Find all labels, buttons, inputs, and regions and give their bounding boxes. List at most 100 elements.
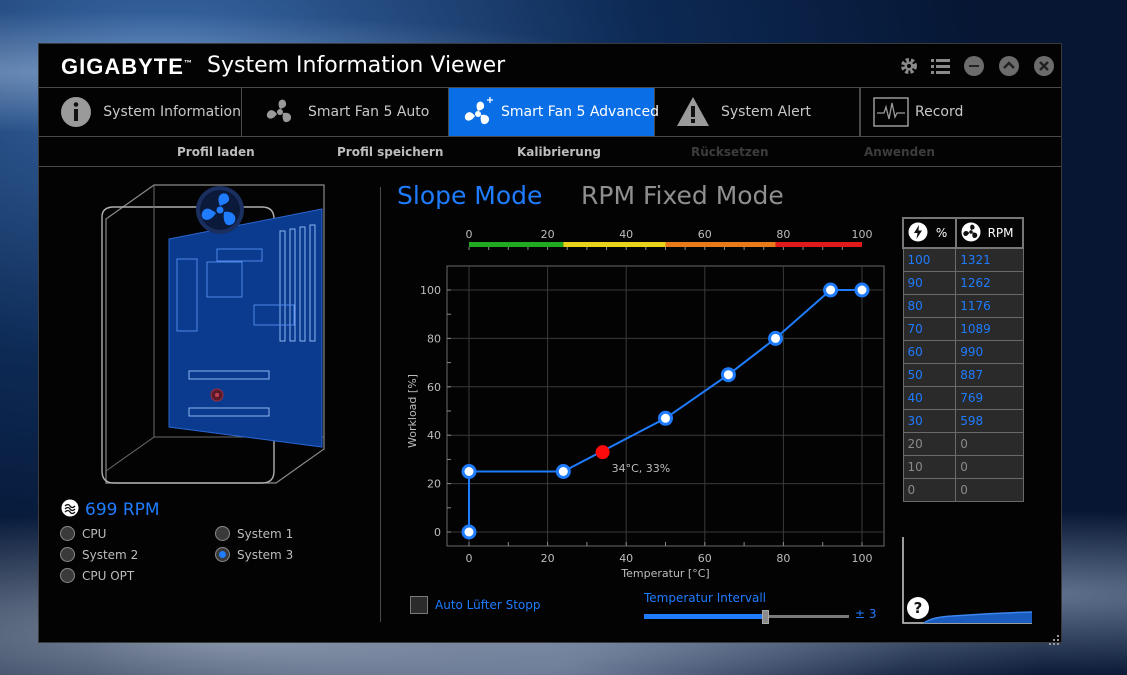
percent-cell: 90 [902, 270, 957, 295]
curve-control-point[interactable] [461, 524, 477, 540]
calibration-button[interactable]: Kalibrierung [517, 145, 601, 159]
record-icon [873, 94, 909, 130]
rpm-table-row: 40 769 [902, 385, 1024, 410]
curve-control-point[interactable] [768, 330, 784, 346]
rpm-table-row: 60 990 [902, 339, 1024, 364]
x-tick-label: 0 [466, 552, 473, 565]
rpm-table-row: 70 1089 [902, 316, 1024, 341]
fan-speed-readout: 699 RPM [61, 499, 160, 521]
temperature-bar-label: 100 [852, 228, 873, 241]
y-tick-label: 40 [427, 429, 441, 442]
curve-control-point[interactable] [854, 282, 870, 298]
minimize-icon[interactable] [964, 56, 984, 76]
tab-label: Record [915, 104, 964, 120]
radio-button[interactable] [60, 526, 75, 541]
collapse-icon[interactable] [999, 56, 1019, 76]
checkbox-label: Auto Lüfter Stopp [435, 598, 541, 612]
current-point-label: 34°C, 33% [612, 462, 671, 475]
rpm-fixed-mode-tab[interactable]: RPM Fixed Mode [581, 181, 784, 210]
percent-cell: 10 [902, 454, 957, 479]
rpm-cell: 990 [955, 339, 1024, 364]
header-label: RPM [987, 226, 1014, 240]
curve-control-point[interactable] [658, 410, 673, 426]
tab-smart-fan-advanced[interactable]: Smart Fan 5 Advanced [449, 88, 659, 136]
header-label: % [935, 226, 948, 240]
y-tick-label: 20 [427, 478, 441, 491]
current-operating-point [595, 445, 610, 460]
help-button[interactable]: ? [907, 597, 929, 619]
slider-thumb[interactable] [761, 610, 769, 624]
fan-icon [262, 94, 298, 130]
x-tick-label: 20 [541, 552, 555, 565]
app-title: System Information Viewer [207, 53, 506, 78]
slope-mode-tab[interactable]: Slope Mode [397, 181, 542, 210]
radio-button[interactable] [60, 568, 75, 583]
temperature-interval-slider[interactable] [644, 610, 849, 624]
percent-cell: 50 [902, 362, 957, 387]
close-icon[interactable] [1034, 56, 1054, 76]
fan-source-system-1[interactable]: System 1 [215, 526, 293, 541]
temperature-bar-label: 40 [619, 228, 633, 241]
plot-frame [446, 265, 885, 547]
reset-button[interactable]: Rücksetzen [691, 145, 769, 159]
rpm-cell: 769 [955, 385, 1024, 410]
resize-grip-icon[interactable] [1049, 630, 1059, 645]
percent-cell: 0 [902, 477, 957, 502]
radio-button[interactable] [60, 547, 75, 562]
rpm-table-row: 00 [902, 477, 1024, 502]
percent-cell: 100 [902, 247, 957, 272]
slider-fill [644, 614, 765, 619]
tab-record[interactable]: Record [860, 88, 1061, 136]
tab-system-alert[interactable]: System Alert [655, 88, 860, 136]
rpm-cell: 1176 [955, 293, 1024, 318]
rpm-table: % RPM 100 1321 90 1262 80 1176 70 1089 60 990 50 88… [902, 217, 1025, 502]
rpm-cell: 0 [955, 477, 1024, 502]
power-icon [908, 222, 928, 245]
curve-control-point[interactable] [720, 367, 736, 383]
temperature-interval-label: Temperatur Intervall [644, 591, 766, 605]
fan-curve-chart[interactable]: 0 20 40 60 80 100 0 20 40 60 80 100 0 20 40 60 80 100 Temp… [399, 224, 889, 584]
save-profile-button[interactable]: Profil speichern [337, 145, 443, 159]
load-profile-button[interactable]: Profil laden [177, 145, 255, 159]
x-tick-label: 80 [776, 552, 790, 565]
temperature-bar-segment [563, 242, 666, 247]
y-tick-label: 60 [427, 381, 441, 394]
profile-toolbar: Profil laden Profil speichern Kalibrieru… [39, 137, 1061, 167]
fan-icon [961, 222, 981, 245]
y-tick-label: 100 [420, 284, 441, 297]
radio-button[interactable] [215, 547, 230, 562]
auto-fan-stop-checkbox[interactable]: Auto Lüfter Stopp [410, 596, 541, 614]
fan-speed-icon [61, 499, 79, 521]
settings-icon[interactable] [899, 56, 919, 76]
temperature-bar-label: 20 [541, 228, 555, 241]
fan-source-system-2[interactable]: System 2 [60, 547, 138, 562]
warning-icon [675, 94, 711, 130]
curve-control-point[interactable] [555, 464, 571, 479]
x-tick-label: 60 [698, 552, 712, 565]
percent-column-header: % [902, 217, 957, 249]
list-icon[interactable] [931, 57, 951, 75]
y-tick-label: 0 [434, 526, 441, 539]
fan-source-cpu-opt[interactable]: CPU OPT [60, 568, 134, 583]
temperature-bar-label: 80 [776, 228, 790, 241]
fan-source-system-3[interactable]: System 3 [215, 547, 293, 562]
curve-control-point[interactable] [461, 464, 477, 479]
rpm-table-row: 80 1176 [902, 293, 1024, 318]
percent-cell: 20 [902, 431, 957, 456]
radio-button[interactable] [215, 526, 230, 541]
apply-button[interactable]: Anwenden [864, 145, 935, 159]
tab-system-information[interactable]: System Information [39, 88, 242, 136]
tab-smart-fan-auto[interactable]: Smart Fan 5 Auto [242, 88, 449, 136]
title-bar: GIGABYTE™ System Information Viewer [39, 44, 1061, 87]
rpm-column-header: RPM [954, 217, 1025, 249]
curve-control-point[interactable] [823, 282, 839, 298]
rpm-table-row: 20 0 [902, 431, 1024, 456]
rpm-cell: 0 [955, 454, 1024, 479]
tab-label: System Information [103, 104, 241, 120]
checkbox-box[interactable] [410, 596, 428, 614]
rpm-cell: 887 [955, 362, 1024, 387]
fan-source-cpu[interactable]: CPU [60, 526, 106, 541]
temperature-bar-segment [665, 242, 776, 247]
app-window: GIGABYTE™ System Information Viewer Syst… [38, 43, 1062, 645]
rpm-table-row: 50 887 [902, 362, 1024, 387]
